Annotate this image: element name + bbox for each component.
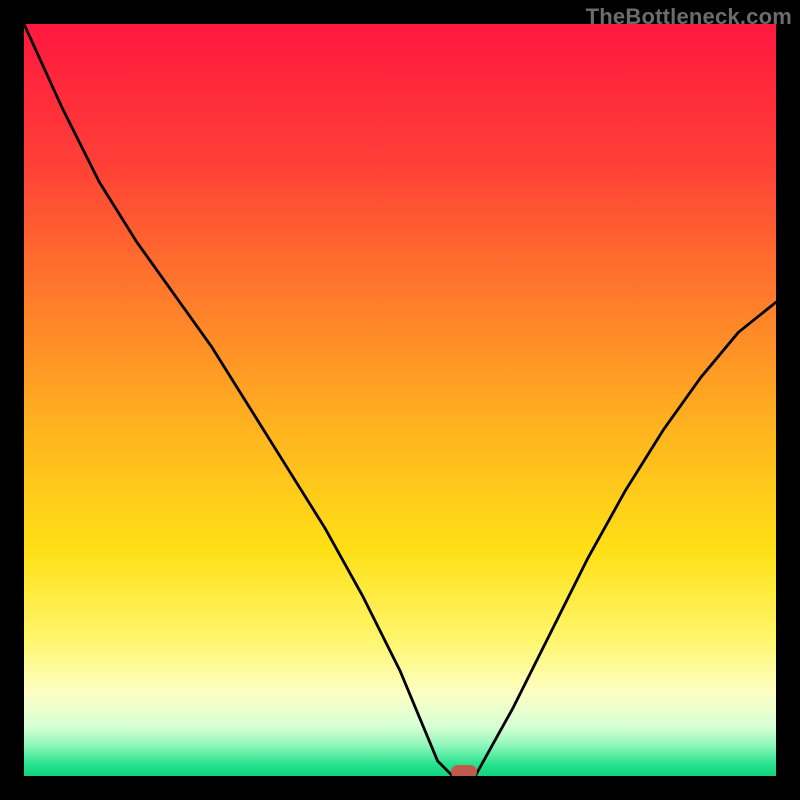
watermark-text: TheBottleneck.com bbox=[586, 4, 792, 30]
plot-area bbox=[24, 24, 776, 776]
bottleneck-curve-path bbox=[24, 24, 776, 776]
outer-frame: TheBottleneck.com bbox=[0, 0, 800, 800]
bottleneck-curve bbox=[24, 24, 776, 776]
optimal-point-marker bbox=[451, 765, 477, 776]
